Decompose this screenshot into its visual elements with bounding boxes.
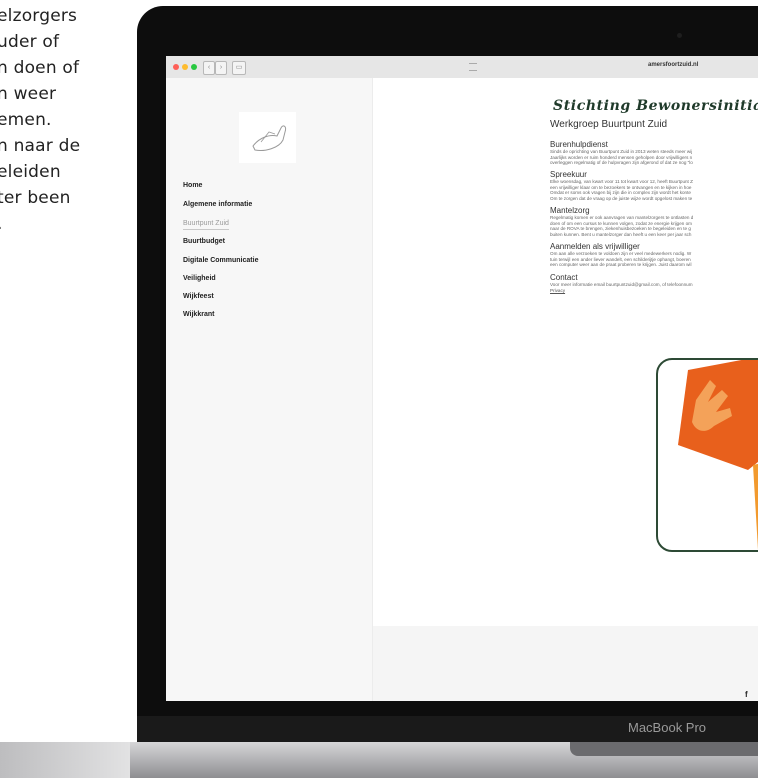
hand-logo-icon: [678, 360, 758, 550]
forward-button[interactable]: ›: [215, 61, 227, 75]
nav-item-buurtbudget[interactable]: Buurtbudget: [183, 238, 225, 245]
nav-item-wijkkrant[interactable]: Wijkkrant: [183, 311, 214, 318]
section-heading: Burenhulpdienst: [550, 140, 608, 149]
section-body: Elke woensdag, van kwart voor 11 tot kwa…: [550, 179, 693, 201]
privacy-link[interactable]: Privacy: [550, 288, 693, 294]
laptop-brand-label: MacBook Pro: [628, 720, 707, 735]
background-text-line: elzorgers: [0, 6, 78, 26]
background-text-line: emen.: [0, 110, 52, 130]
browser-toolbar: ‹ › ▭ amersfoortzuid.nl: [166, 56, 758, 79]
section-heading: Aanmelden als vrijwilliger: [550, 242, 640, 251]
section-heading: Mantelzorg: [550, 206, 590, 215]
maximize-window-icon[interactable]: [191, 64, 197, 70]
background-text-line: eleiden: [0, 162, 61, 182]
section-heading: Spreekuur: [550, 170, 587, 179]
background-text-line: n weer: [0, 84, 57, 104]
section-heading: Contact: [550, 273, 578, 282]
nav-item-algemene-informatie[interactable]: Algemene informatie: [183, 201, 252, 208]
background-text-line: .: [0, 214, 3, 234]
back-button[interactable]: ‹: [203, 61, 215, 75]
nav-item-buurtpunt-zuid[interactable]: Buurtpunt Zuid: [183, 220, 229, 230]
page-footer: [373, 626, 758, 701]
nav-item-wijkfeest[interactable]: Wijkfeest: [183, 293, 214, 300]
minimize-window-icon[interactable]: [182, 64, 188, 70]
site-logo[interactable]: [239, 112, 296, 163]
section-body: Sinds de oprichting van Buurtpunt Zuid i…: [550, 149, 693, 166]
logo-icon: [252, 125, 286, 151]
background-text-line: n naar de: [0, 136, 81, 156]
section-body: Om aan alle verzoeken te voldoen zijn er…: [550, 251, 692, 268]
laptop-hinge-notch: [570, 742, 758, 756]
main-content: Stichting Bewonersinitia Werkgroep Buurt…: [373, 78, 758, 701]
laptop-base-edge: [0, 742, 130, 778]
laptop-screen: ‹ › ▭ amersfoortzuid.nl Home Algemene in…: [166, 56, 758, 701]
background-text-line: ter been: [0, 188, 71, 208]
background-text-line: n doen of: [0, 58, 80, 78]
nav-item-veiligheid[interactable]: Veiligheid: [183, 275, 216, 282]
sidebar-toggle-button[interactable]: ▭: [232, 61, 246, 75]
page-title: Stichting Bewonersinitia: [553, 98, 758, 114]
facebook-icon[interactable]: f: [745, 690, 748, 699]
site-sidebar: Home Algemene informatie Buurtpunt Zuid …: [166, 78, 373, 701]
nav-item-home[interactable]: Home: [183, 182, 202, 189]
background-text-line: uder of: [0, 32, 60, 52]
section-body: Voor meer informatie email buurtpuntzuid…: [550, 282, 693, 293]
nav-item-digitale-communicatie[interactable]: Digitale Communicatie: [183, 257, 258, 264]
close-window-icon[interactable]: [173, 64, 179, 70]
address-bar[interactable]: amersfoortzuid.nl: [648, 62, 698, 68]
camera-icon: [677, 33, 682, 38]
reader-icon[interactable]: [469, 63, 477, 71]
page-subtitle: Werkgroep Buurtpunt Zuid: [550, 119, 668, 130]
section-body: Regelmatig komen er ook aanvragen van ma…: [550, 215, 694, 237]
logo-card: [656, 358, 758, 552]
